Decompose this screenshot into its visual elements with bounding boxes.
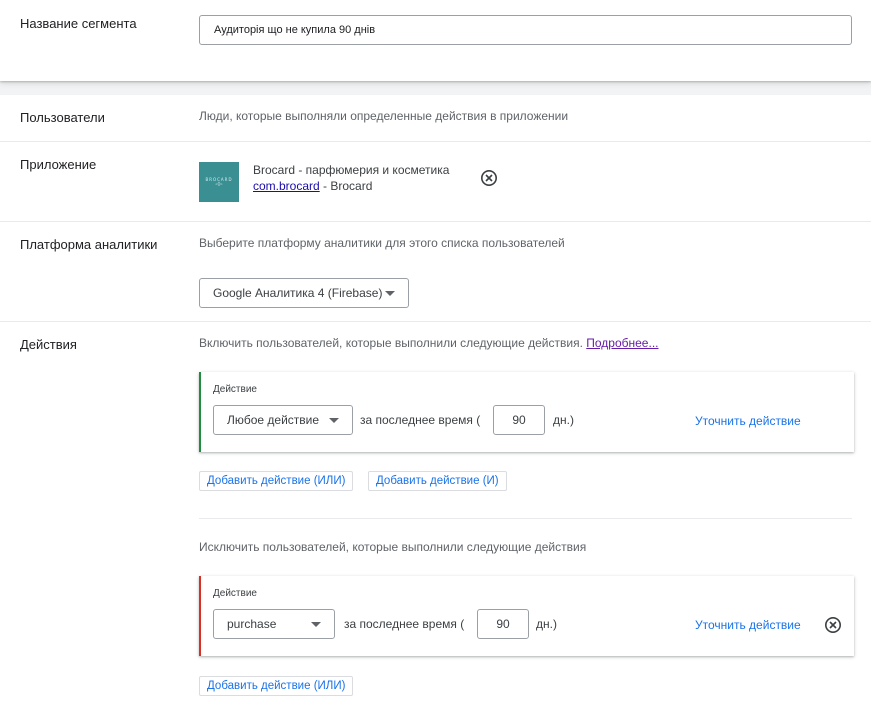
chevron-down-icon xyxy=(385,290,395,296)
platform-description: Выберите платформу аналитики для этого с… xyxy=(199,236,565,250)
refine-action-link[interactable]: Уточнить действие xyxy=(695,618,801,632)
platform-select[interactable]: Google Аналитика 4 (Firebase) xyxy=(199,278,409,308)
exclude-action-select[interactable]: purchase xyxy=(213,609,335,639)
include-description: Включить пользователей, которые выполнил… xyxy=(199,336,658,350)
include-action-select-value: Любое действие xyxy=(227,413,320,427)
exclude-add-action-or-button[interactable]: Добавить действие (ИЛИ) xyxy=(199,676,354,696)
action-card-title: Действие xyxy=(213,588,257,599)
platform-select-value: Google Аналитика 4 (Firebase) xyxy=(213,286,383,300)
include-text: Включить пользователей, которые выполнил… xyxy=(199,336,583,350)
include-card-accent xyxy=(199,372,201,452)
segment-name-input[interactable] xyxy=(199,15,852,45)
exclude-description: Исключить пользователей, которые выполни… xyxy=(199,540,587,554)
divider xyxy=(0,141,871,142)
remove-action-icon[interactable] xyxy=(824,616,842,634)
include-days-input[interactable]: 90 xyxy=(493,405,545,435)
segment-settings-card: Пользователи Люди, которые выполняли опр… xyxy=(0,95,871,716)
period-suffix: дн.) xyxy=(536,617,557,631)
app-name: Brocard - парфюмерия и косметика xyxy=(253,163,450,177)
app-developer: - Brocard xyxy=(319,179,373,193)
period-prefix: за последнее время ( xyxy=(360,413,481,427)
exclude-action-card: Действие purchase за последнее время ( 9… xyxy=(199,576,854,656)
chevron-down-icon xyxy=(311,621,321,627)
actions-label: Действия xyxy=(20,337,77,352)
app-label: Приложение xyxy=(20,157,97,172)
exclude-days-input[interactable]: 90 xyxy=(477,609,529,639)
app-id: com.brocard - Brocard xyxy=(253,179,372,193)
include-action-select[interactable]: Любое действие xyxy=(213,405,353,435)
period-suffix: дн.) xyxy=(553,413,574,427)
users-label: Пользователи xyxy=(20,110,105,125)
divider xyxy=(0,221,871,222)
include-action-card: Действие Любое действие за последнее вре… xyxy=(199,372,854,452)
period-prefix: за последнее время ( xyxy=(344,617,465,631)
users-description: Люди, которые выполняли определенные дей… xyxy=(199,109,569,123)
add-action-and-button[interactable]: Добавить действие (И) xyxy=(368,471,507,491)
segment-name-label: Название сегмента xyxy=(20,16,137,31)
exclude-action-select-value: purchase xyxy=(227,617,277,631)
chevron-down-icon xyxy=(329,417,339,423)
add-action-or-button[interactable]: Добавить действие (ИЛИ) xyxy=(199,471,354,491)
app-logo: BROCARD ◦◊◦ xyxy=(199,162,239,202)
app-logo-mark: ◦◊◦ xyxy=(215,181,223,188)
app-package-link[interactable]: com.brocard xyxy=(253,179,320,193)
exclude-card-accent xyxy=(199,576,201,656)
segment-name-card: Название сегмента xyxy=(0,0,871,81)
remove-app-icon[interactable] xyxy=(480,169,498,187)
divider xyxy=(199,518,852,519)
refine-action-link[interactable]: Уточнить действие xyxy=(695,414,801,428)
learn-more-link[interactable]: Подробнее... xyxy=(586,336,658,350)
action-card-title: Действие xyxy=(213,384,257,395)
platform-label: Платформа аналитики xyxy=(20,237,158,252)
divider xyxy=(0,321,871,322)
